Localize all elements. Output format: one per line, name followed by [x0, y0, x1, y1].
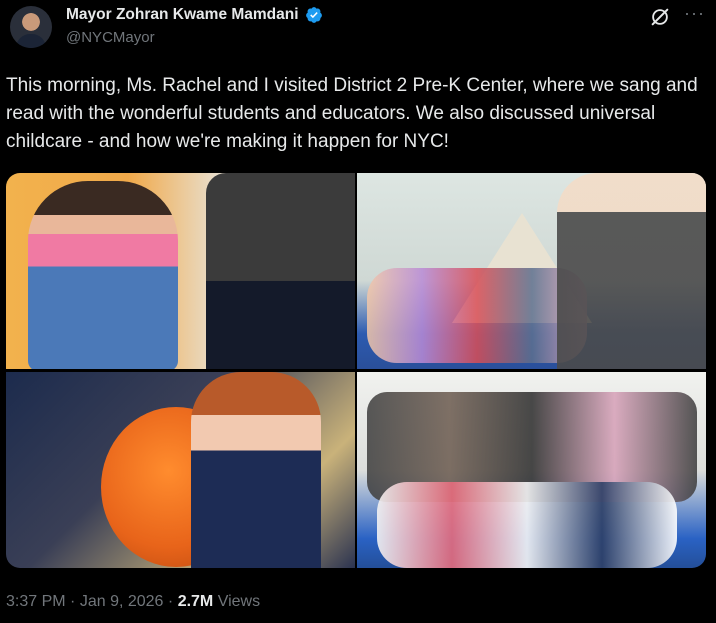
tweet-date[interactable]: Jan 9, 2026 — [80, 593, 164, 610]
views-count: 2.7M — [177, 593, 214, 610]
tweet-time[interactable]: 3:37 PM — [6, 593, 66, 610]
photo-adults-group — [557, 173, 706, 369]
photo-kids-row — [377, 482, 677, 568]
meta-separator: · — [70, 593, 76, 610]
verified-badge-icon — [305, 7, 322, 23]
photo-group-clapping[interactable] — [357, 372, 706, 568]
photo-children-story-time[interactable] — [357, 173, 706, 369]
photo-child-shape — [191, 372, 321, 568]
views-label: Views — [217, 593, 261, 610]
more-icon[interactable]: ··· — [684, 3, 705, 24]
author-handle[interactable]: @NYCMayor — [66, 29, 155, 46]
meta-separator-2: · — [167, 593, 174, 610]
media-grid — [6, 173, 706, 568]
avatar[interactable] — [10, 6, 52, 48]
tweet-meta: 3:37 PM · Jan 9, 2026 · 2.7M Views — [6, 593, 260, 611]
grok-icon[interactable] — [649, 6, 671, 28]
photo-children-row — [367, 268, 587, 363]
author-row: Mayor Zohran Kwame Mamdani — [66, 6, 323, 24]
photo-woman-figure — [28, 181, 178, 369]
author-name[interactable]: Mayor Zohran Kwame Mamdani — [66, 6, 299, 24]
photo-child-hugging-puppet[interactable] — [6, 372, 355, 568]
tweet-text: This morning, Ms. Rachel and I visited D… — [6, 75, 698, 152]
photo-man-figure — [206, 173, 355, 369]
avatar-figure — [16, 34, 46, 48]
photo-woman-man-seated[interactable] — [6, 173, 355, 369]
